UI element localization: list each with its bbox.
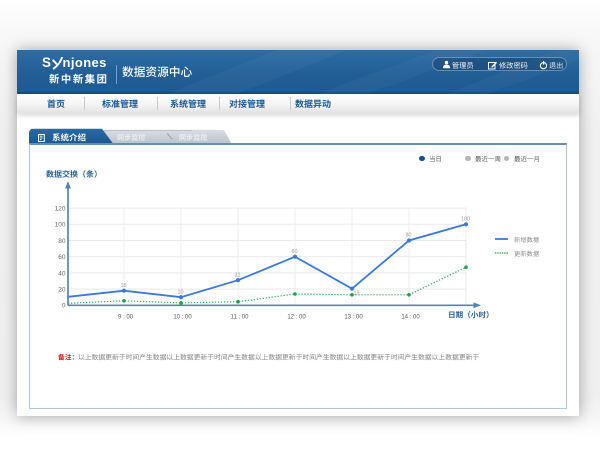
svg-text:0: 0 [62, 303, 66, 310]
svg-text:31: 31 [234, 273, 240, 279]
svg-text:15: 15 [353, 291, 359, 297]
svg-text:10 : 00: 10 : 00 [173, 315, 192, 321]
svg-text:9 : 00: 9 : 00 [118, 315, 134, 321]
svg-text:80: 80 [58, 238, 66, 245]
svg-text:100: 100 [55, 222, 66, 229]
svg-text:60: 60 [58, 254, 66, 261]
svg-text:10: 10 [177, 290, 183, 296]
svg-text:80: 80 [405, 233, 411, 239]
svg-text:60: 60 [291, 249, 297, 255]
svg-text:40: 40 [58, 270, 66, 277]
svg-text:11 : 00: 11 : 00 [231, 315, 250, 321]
svg-text:18: 18 [120, 283, 126, 289]
svg-text:20: 20 [58, 287, 66, 294]
svg-text:120: 120 [55, 206, 66, 213]
svg-text:100: 100 [461, 217, 470, 223]
svg-text:13 : 00: 13 : 00 [344, 315, 363, 321]
svg-text:12 : 00: 12 : 00 [287, 315, 306, 321]
svg-text:14 : 00: 14 : 00 [401, 315, 420, 321]
